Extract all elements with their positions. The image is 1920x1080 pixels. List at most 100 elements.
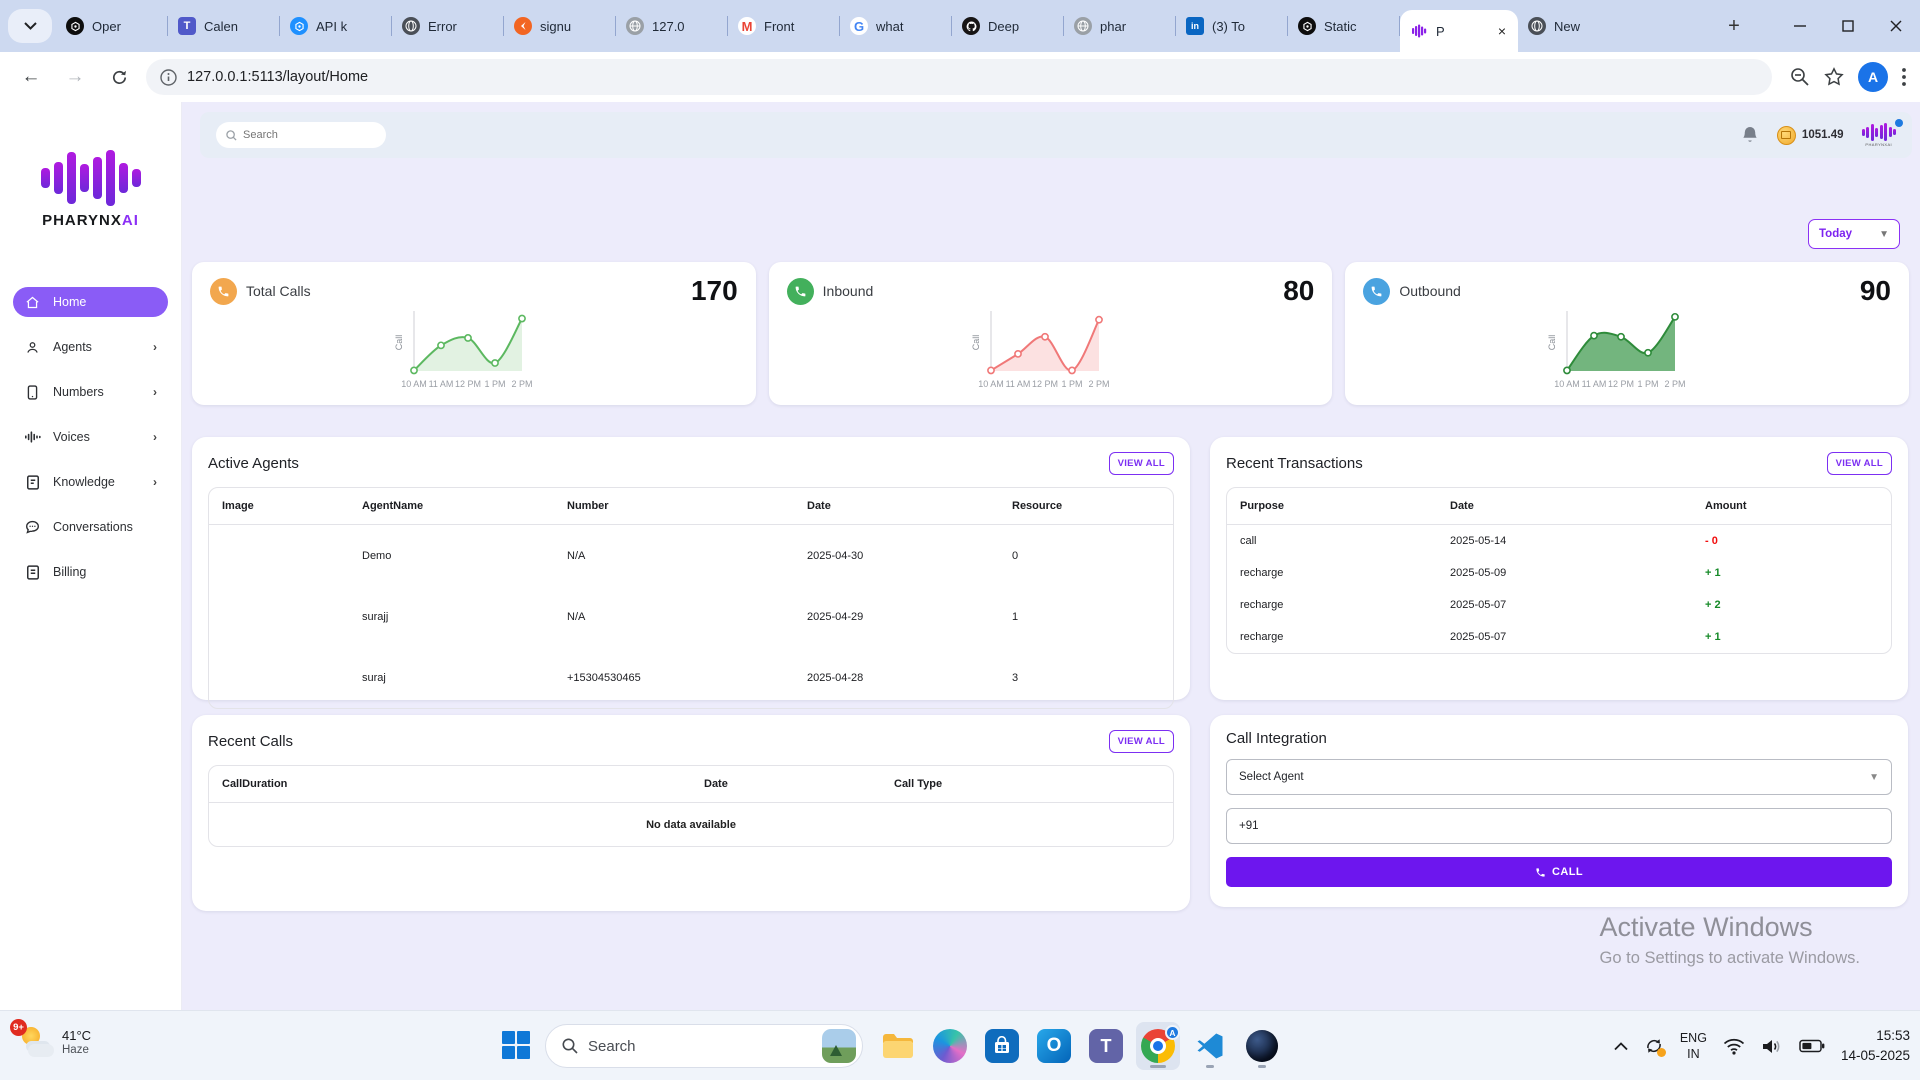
taskbar-app-sphere[interactable] (1240, 1022, 1284, 1070)
wallet-balance[interactable]: 1051.49 (1777, 126, 1844, 145)
mini-waveform-icon (1862, 123, 1897, 141)
taskbar-app-store[interactable] (980, 1022, 1024, 1070)
sidebar-item-numbers[interactable]: Numbers› (13, 377, 168, 407)
maximize-button[interactable] (1824, 0, 1872, 52)
call-button[interactable]: CALL (1226, 857, 1892, 887)
sidebar-item-voices[interactable]: Voices› (13, 422, 168, 452)
taskbar-app-teams[interactable]: T (1084, 1022, 1128, 1070)
notifications-bell-icon[interactable] (1741, 125, 1759, 145)
volume-icon[interactable] (1761, 1038, 1783, 1055)
browser-tab[interactable]: New (1518, 0, 1630, 52)
taskbar-app-outlook[interactable]: O (1032, 1022, 1076, 1070)
taskbar-app-copilot[interactable] (928, 1022, 972, 1070)
active-agents-panel: Active Agents VIEW ALL ImageAgentNameNum… (192, 437, 1190, 700)
weather-condition: Haze (62, 1044, 91, 1056)
language-switcher[interactable]: ENG IN (1680, 1030, 1707, 1063)
taskbar-search-label: Search (588, 1038, 812, 1055)
stat-card-value: 170 (691, 275, 738, 307)
sidebar-item-label: Voices (53, 430, 90, 444)
taskbar-app-vscode[interactable] (1188, 1022, 1232, 1070)
app-search-box[interactable] (216, 122, 386, 148)
sidebar-item-knowledge[interactable]: Knowledge› (13, 467, 168, 497)
transaction-purpose-cell: recharge (1227, 599, 1437, 611)
browser-tab[interactable]: Error (392, 0, 504, 52)
close-window-button[interactable] (1872, 0, 1920, 52)
date-range-select[interactable]: Today ▼ (1808, 219, 1900, 249)
tab-title: Error (428, 19, 494, 34)
tray-overflow-chevron[interactable] (1614, 1042, 1628, 1051)
agent-resource-cell: 3 (999, 672, 1173, 684)
svg-text:10 AM: 10 AM (401, 379, 427, 389)
active-agents-view-all-button[interactable]: VIEW ALL (1109, 452, 1174, 475)
sidebar-item-conversations[interactable]: Conversations (13, 512, 168, 542)
browser-tab[interactable]: Gwhat (840, 0, 952, 52)
transaction-purpose-cell: recharge (1227, 567, 1437, 579)
address-bar[interactable]: 127.0.0.1:5113/layout/Home (146, 59, 1772, 95)
sidebar-item-agents[interactable]: Agents› (13, 332, 168, 362)
browser-tab[interactable]: Deep (952, 0, 1064, 52)
tab-title: Deep (988, 19, 1054, 34)
reload-button[interactable] (102, 60, 136, 94)
no-data-message: No data available (209, 803, 1173, 846)
taskbar-clock[interactable]: 15:53 14-05-2025 (1841, 1026, 1910, 1065)
taskbar-app-folder[interactable] (876, 1022, 920, 1070)
recent-calls-panel: Recent Calls VIEW ALL CallDurationDateCa… (192, 715, 1190, 911)
taskbar-search-box[interactable]: Search (545, 1024, 863, 1068)
browser-menu-icon[interactable] (1902, 68, 1906, 86)
browser-profile-avatar[interactable]: A (1858, 62, 1888, 92)
wifi-icon[interactable] (1723, 1038, 1745, 1055)
back-button[interactable]: ← (14, 60, 48, 94)
tab-close-icon[interactable]: × (1496, 24, 1508, 38)
account-logo-button[interactable]: PHARYNXAI (1862, 123, 1897, 147)
browser-tab[interactable]: phar (1064, 0, 1176, 52)
minimize-button[interactable] (1776, 0, 1824, 52)
phone-icon (1535, 867, 1546, 878)
phone-number-input[interactable] (1226, 808, 1892, 844)
zoom-indicator-icon[interactable] (1790, 67, 1810, 87)
battery-icon[interactable] (1799, 1039, 1825, 1053)
browser-tab[interactable]: in(3) To (1176, 0, 1288, 52)
github-icon (962, 17, 980, 35)
browser-tab[interactable]: 127.0 (616, 0, 728, 52)
book-icon (24, 475, 41, 490)
pharynx-wave-icon (1410, 22, 1428, 40)
recent-transactions-panel: Recent Transactions VIEW ALL PurposeDate… (1210, 437, 1908, 700)
taskbar-app-chrome[interactable]: A (1136, 1022, 1180, 1070)
stat-card-total-calls: Total Calls170Call10 AM11 AM12 PM1 PM2 P… (192, 262, 756, 405)
taskbar-weather-widget[interactable]: 9+ 41°C Haze (16, 1023, 91, 1061)
forward-button[interactable]: → (58, 60, 92, 94)
stat-cards-row: Total Calls170Call10 AM11 AM12 PM1 PM2 P… (192, 262, 1909, 405)
call-integration-panel: Call Integration Select Agent ▼ CALL (1210, 715, 1908, 907)
update-sync-icon[interactable] (1644, 1036, 1664, 1056)
bookmark-star-icon[interactable] (1824, 67, 1844, 87)
active-agents-table: ImageAgentNameNumberDateResourceDemoN/A2… (208, 487, 1174, 709)
browser-tab[interactable]: MFront (728, 0, 840, 52)
sidebar-item-label: Numbers (53, 385, 104, 399)
column-header: Image (209, 500, 349, 512)
browser-tab[interactable]: Static (1288, 0, 1400, 52)
select-agent-dropdown[interactable]: Select Agent ▼ (1226, 759, 1892, 795)
transaction-row: call2025-05-14- 0 (1227, 525, 1891, 557)
app-search-input[interactable] (243, 129, 363, 141)
recent-transactions-view-all-button[interactable]: VIEW ALL (1827, 452, 1892, 475)
tab-title: New (1554, 19, 1620, 34)
agent-date-cell: 2025-04-28 (794, 672, 999, 684)
recent-calls-view-all-button[interactable]: VIEW ALL (1109, 730, 1174, 753)
windows-taskbar: 9+ 41°C Haze Search OTA (0, 1010, 1920, 1080)
toolbar-actions: A (1790, 62, 1906, 92)
sidebar-item-billing[interactable]: Billing (13, 557, 168, 587)
browser-tab[interactable]: API k (280, 0, 392, 52)
browser-tab-active[interactable]: P× (1400, 10, 1518, 52)
svg-text:2 PM: 2 PM (1088, 379, 1109, 389)
browser-tab[interactable]: TCalen (168, 0, 280, 52)
new-tab-button[interactable]: + (1716, 0, 1752, 52)
search-highlight-thumbnail[interactable] (822, 1029, 856, 1063)
browser-tab[interactable]: signu (504, 0, 616, 52)
tab-title: what (876, 19, 942, 34)
tab-search-chevron-button[interactable] (8, 9, 52, 43)
start-button[interactable] (502, 1031, 532, 1061)
sidebar-item-home[interactable]: Home (13, 287, 168, 317)
site-info-icon[interactable] (160, 69, 177, 86)
svg-text:Call: Call (394, 335, 404, 351)
browser-tab[interactable]: Oper (56, 0, 168, 52)
